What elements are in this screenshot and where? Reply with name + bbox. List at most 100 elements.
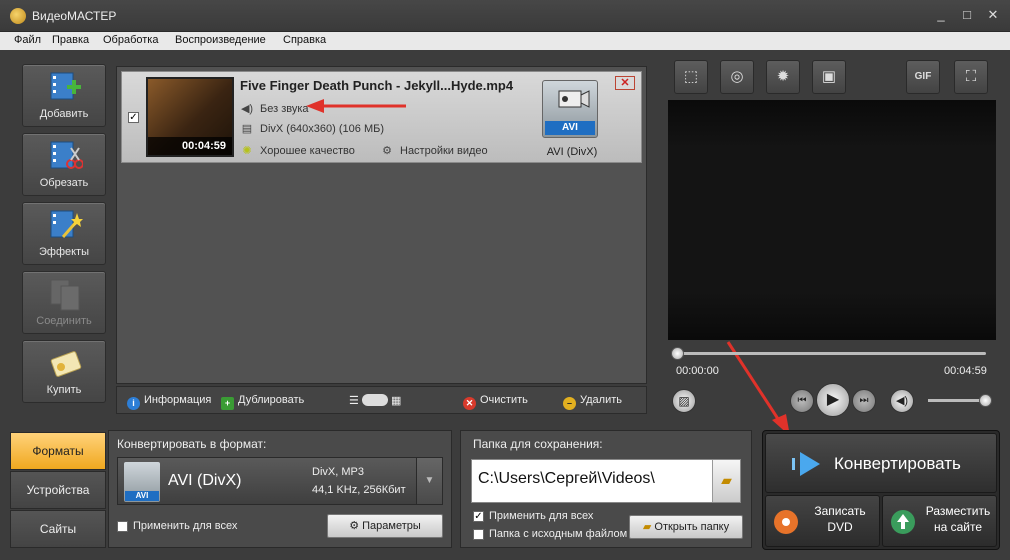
format-codecs: DivX, MP3 — [312, 466, 364, 478]
publish-button[interactable]: Разместить на сайте — [882, 495, 997, 547]
volume-icon: ◀) — [895, 395, 909, 407]
volume-slider[interactable] — [928, 399, 986, 402]
crop-icon: ⬚ — [683, 68, 699, 85]
folder-icon: ▰ — [642, 521, 655, 533]
globe-upload-icon — [891, 510, 915, 534]
join-button[interactable]: Соединить — [22, 271, 106, 334]
file-duration: 00:04:59 — [148, 137, 232, 155]
duplicate-button[interactable]: + Дублировать — [221, 394, 304, 410]
film-icon: ▤ — [241, 123, 253, 135]
fullscreen-button[interactable]: ⛶ — [954, 60, 988, 94]
rewind-button[interactable]: ⏮ — [790, 389, 814, 413]
maximize-button[interactable]: □ — [956, 6, 978, 24]
speaker-icon: ◀) — [240, 103, 254, 115]
menu-bar: Файл Правка Обработка Воспроизведение Сп… — [0, 32, 1010, 50]
video-settings-link[interactable]: ⚙ Настройки видео — [380, 144, 488, 157]
delete-button[interactable]: – Удалить — [563, 394, 622, 410]
dvd-disc-icon — [774, 510, 798, 534]
rotate-button[interactable]: ◎ — [720, 60, 754, 94]
open-folder-button[interactable]: ▰ Открыть папку — [629, 515, 743, 539]
burn-dvd-label-1: Записать — [814, 504, 866, 518]
tab-formats[interactable]: Форматы — [10, 432, 106, 470]
video-preview[interactable] — [668, 100, 996, 340]
delete-label: Удалить — [580, 394, 622, 406]
menu-edit[interactable]: Правка — [52, 34, 89, 46]
buy-button[interactable]: Купить — [22, 340, 106, 403]
rotate-icon: ◎ — [730, 68, 744, 85]
browse-folder-button[interactable]: ▰ — [712, 460, 740, 502]
duplicate-icon: + — [221, 397, 234, 410]
magic-wand-icon — [50, 210, 83, 238]
output-path-field[interactable]: C:\Users\Сергей\Videos\ ▰ — [471, 459, 741, 503]
trim-button[interactable]: Обрезать — [22, 133, 106, 196]
grid-view-icon: ▦ — [391, 395, 402, 407]
add-button[interactable]: Добавить — [22, 64, 106, 127]
forward-button[interactable]: ⏭ — [852, 389, 876, 413]
output-path: C:\Users\Сергей\Videos\ — [478, 470, 655, 487]
parameters-label: Параметры — [362, 520, 421, 532]
format-dropdown-button[interactable]: ▼ — [416, 458, 442, 504]
list-toolbar: i Информация + Дублировать ☰ ▦ ✕ Очистить –… — [116, 386, 647, 414]
action-panel: Конвертировать Записать DVD Разместить н… — [762, 430, 1000, 550]
toggle-switch-icon — [361, 394, 388, 406]
menu-playback[interactable]: Воспроизведение — [175, 34, 266, 46]
seek-bar[interactable] — [676, 352, 986, 355]
audio-info: ◀) Без звука — [240, 102, 309, 115]
volume-handle[interactable] — [979, 394, 992, 407]
film-add-icon — [50, 72, 81, 100]
remove-file-button[interactable]: ✕ — [615, 76, 635, 90]
effects-button[interactable]: Эффекты — [22, 202, 106, 265]
source-folder-checkbox[interactable] — [473, 529, 484, 540]
minimize-button[interactable]: _ — [930, 6, 952, 24]
menu-help[interactable]: Справка — [283, 34, 326, 46]
save-apply-all-checkbox[interactable]: ✓ — [473, 511, 484, 522]
convert-arrow-icon — [792, 452, 820, 476]
frame-button[interactable]: ▣ — [812, 60, 846, 94]
seek-handle[interactable] — [671, 347, 684, 360]
gear-icon: ⚙ — [382, 145, 392, 157]
crop-button[interactable]: ⬚ — [674, 60, 708, 94]
annotation-arrow — [306, 99, 406, 113]
total-time: 00:04:59 — [944, 365, 987, 377]
menu-processing[interactable]: Обработка — [103, 34, 158, 46]
clear-label: Очистить — [480, 394, 528, 406]
delete-icon: – — [563, 397, 576, 410]
close-window-button[interactable]: ✕ — [982, 6, 1004, 24]
gif-button[interactable]: GIF — [906, 60, 940, 94]
save-apply-all-label: Применить для всех — [489, 510, 594, 522]
list-view-icon: ☰ — [349, 395, 359, 407]
current-time: 00:00:00 — [676, 365, 719, 377]
view-toggle[interactable]: ☰ ▦ — [349, 394, 401, 407]
tab-sites[interactable]: Сайты — [10, 510, 106, 548]
play-button[interactable]: ▶ — [816, 383, 850, 417]
video-thumbnail[interactable]: 00:04:59 — [146, 77, 234, 157]
buy-key-icon — [50, 351, 82, 377]
camcorder-icon: AVI — [124, 462, 160, 502]
info-button[interactable]: i Информация — [127, 394, 211, 410]
format-apply-all-checkbox[interactable] — [117, 521, 128, 532]
fullscreen-icon: ⛶ — [965, 68, 977, 85]
film-cut-icon — [50, 141, 83, 169]
clear-button[interactable]: ✕ Очистить — [463, 394, 528, 410]
publish-label-1: Разместить — [925, 504, 991, 518]
volume-button[interactable]: ◀) — [890, 389, 914, 413]
parameters-button[interactable]: ⚙ Параметры — [327, 514, 443, 538]
tab-devices[interactable]: Устройства — [10, 471, 106, 509]
convert-button[interactable]: Конвертировать — [765, 433, 997, 493]
file-checkbox[interactable]: ✓ — [128, 112, 139, 123]
format-badge[interactable]: AVI — [542, 80, 598, 138]
menu-file[interactable]: Файл — [14, 34, 41, 46]
quality-link[interactable]: ✺ Хорошее качество — [240, 144, 354, 157]
video-value: DivX (640x360) (106 МБ) — [260, 123, 384, 135]
format-apply-all-label: Применить для всех — [133, 520, 238, 532]
title-bar: ВидеоМАСТЕР _ □ ✕ — [0, 0, 1010, 32]
save-panel: Папка для сохранения: C:\Users\Сергей\Vi… — [460, 430, 752, 548]
snapshot-button[interactable]: ▨ — [672, 389, 696, 413]
video-info: ▤ DivX (640x360) (106 МБ) — [240, 122, 384, 135]
file-row[interactable]: ✓ 00:04:59 Five Finger Death Punch - Jek… — [121, 71, 642, 163]
burn-dvd-button[interactable]: Записать DVD — [765, 495, 880, 547]
camcorder-icon — [558, 90, 590, 108]
app-logo-icon — [10, 8, 26, 24]
brightness-button[interactable]: ✹ — [766, 60, 800, 94]
format-select[interactable]: AVI AVI (DivX) DivX, MP3 44,1 KHz, 256Кб… — [117, 457, 443, 505]
